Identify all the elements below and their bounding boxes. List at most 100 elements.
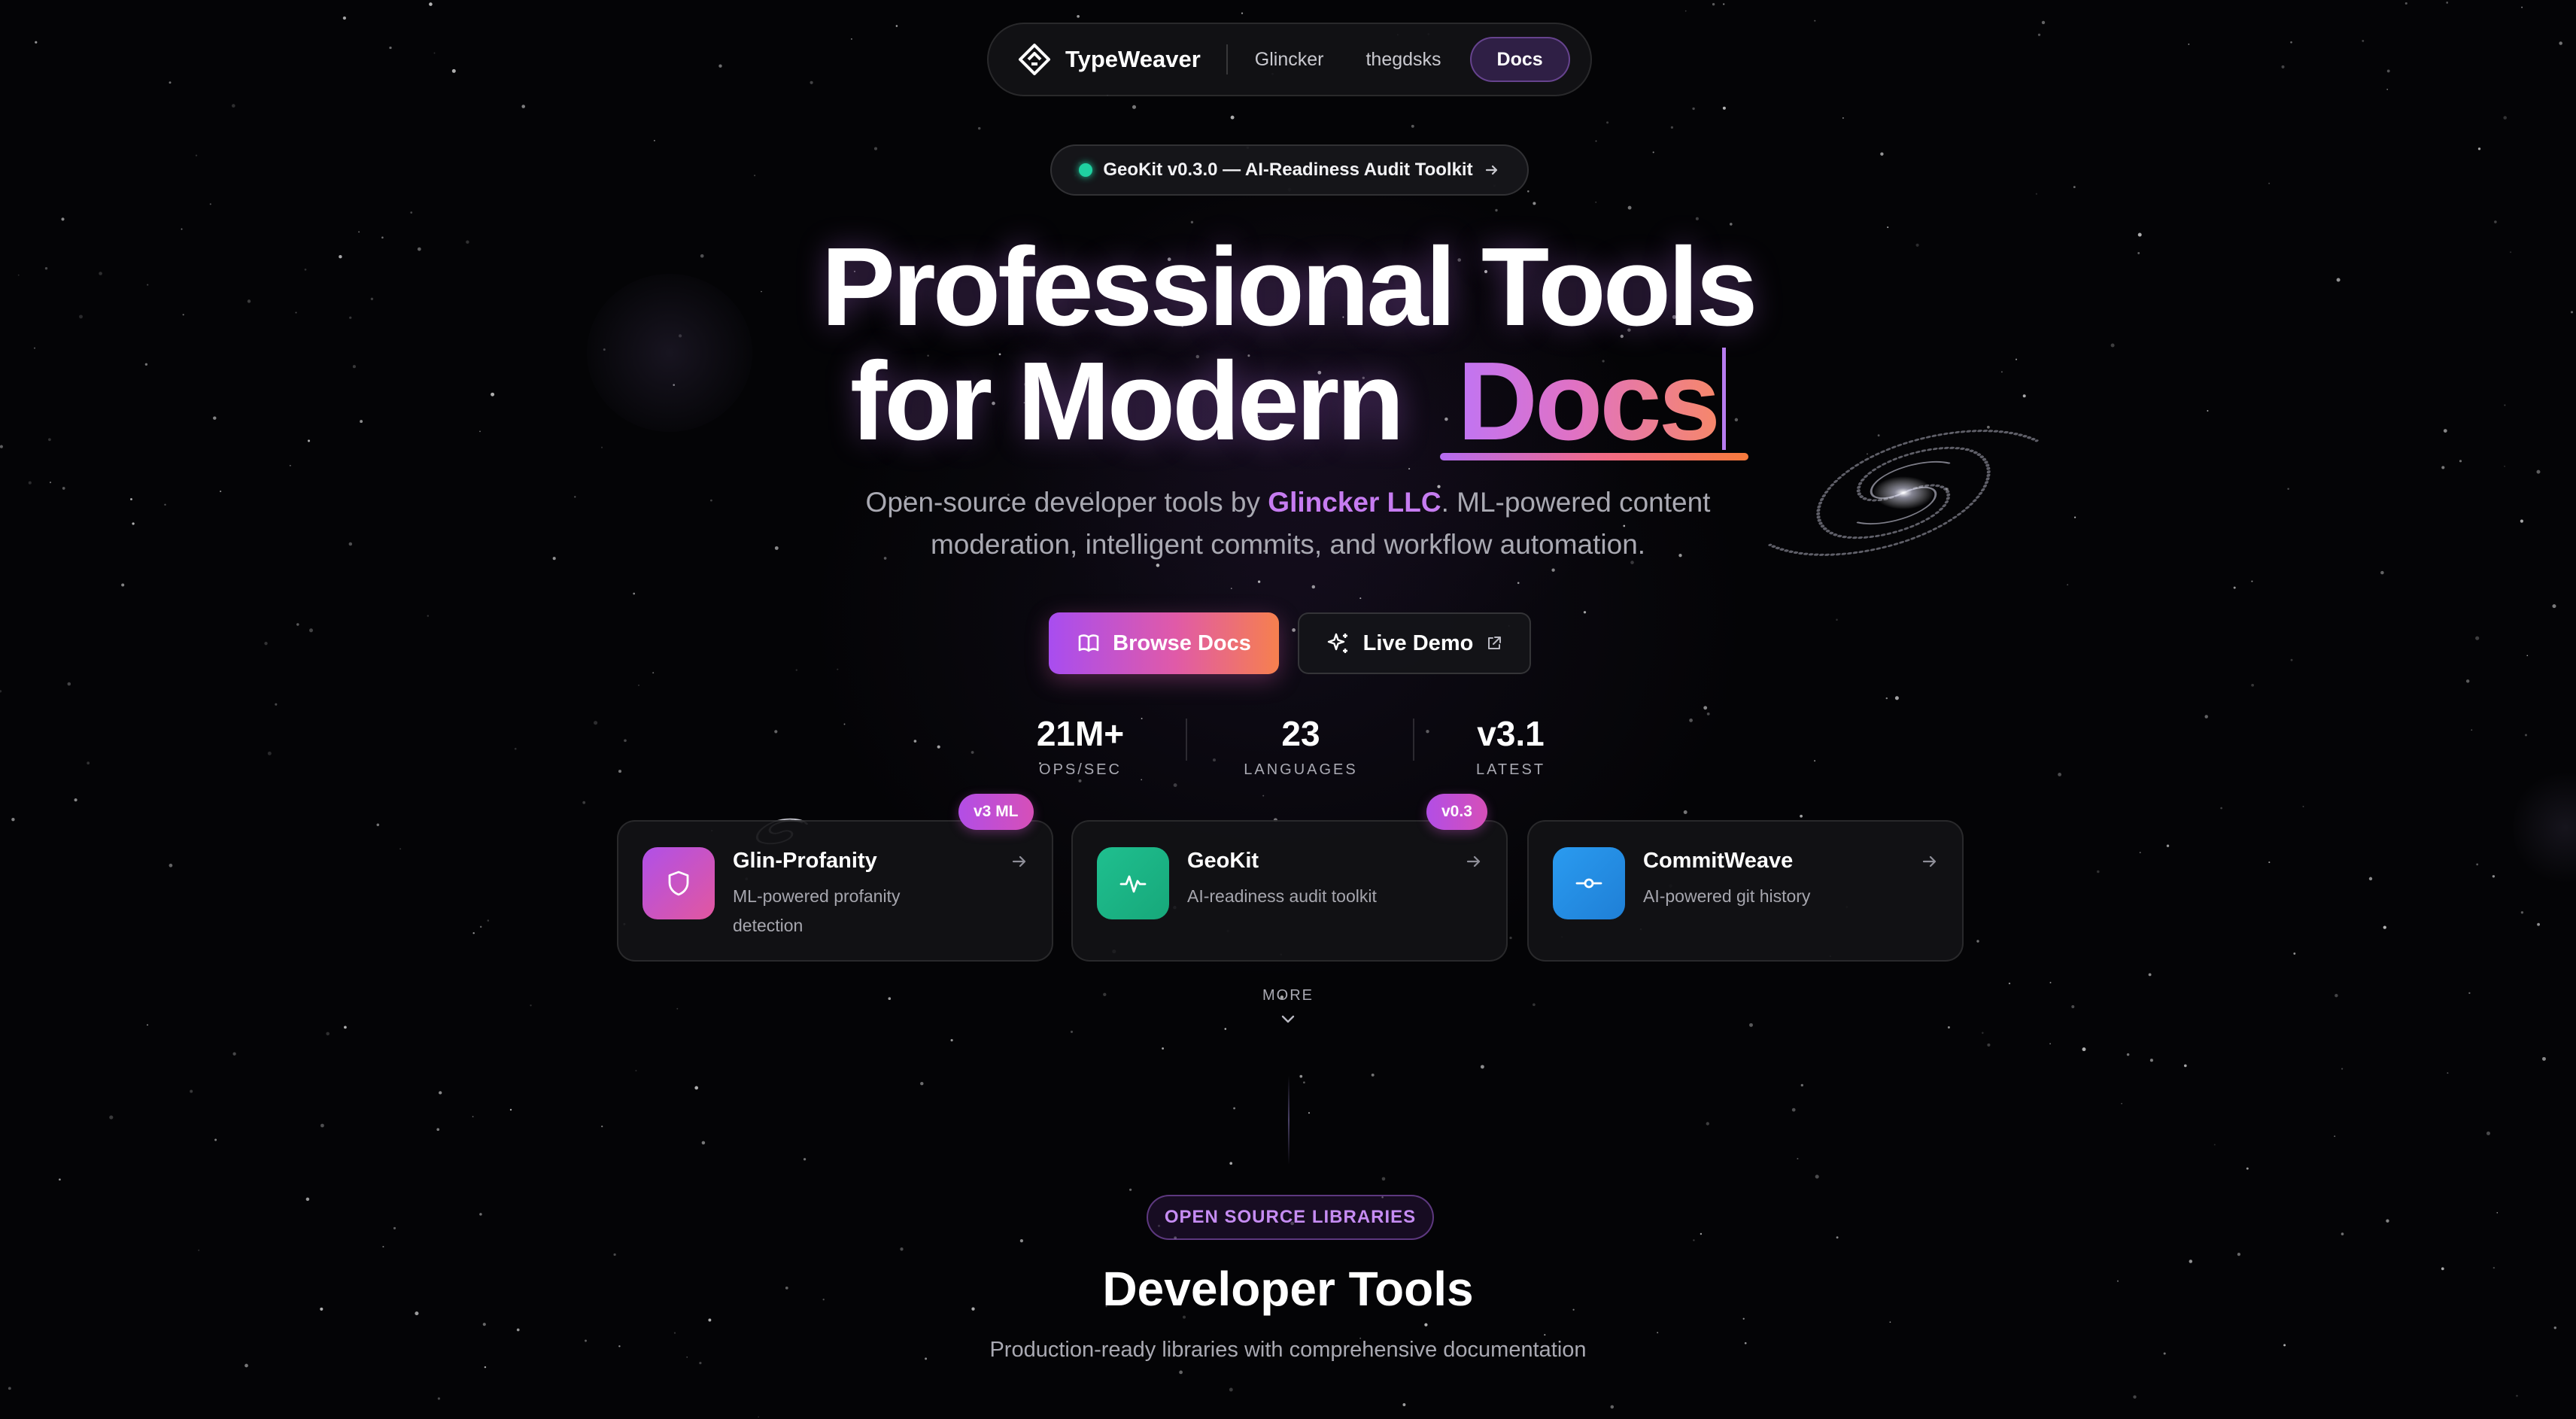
- section-subtitle: Production-ready libraries with comprehe…: [989, 1338, 1587, 1362]
- star: [1595, 201, 1597, 203]
- star: [2503, 116, 2507, 120]
- star: [950, 1039, 953, 1042]
- star: [487, 919, 490, 922]
- nav-link-glincker[interactable]: Glincker: [1255, 49, 1345, 71]
- chevron-down-icon[interactable]: [1279, 1013, 1297, 1026]
- star: [1544, 1334, 1546, 1336]
- star: [1703, 706, 1708, 710]
- git-commit-icon: [1575, 878, 1602, 889]
- glincker-llc-link[interactable]: Glincker LLC: [1268, 487, 1441, 518]
- book-icon: [1078, 634, 1099, 652]
- star: [2268, 182, 2271, 184]
- star: [2290, 658, 2293, 661]
- more-toggle[interactable]: MORE: [1213, 987, 1363, 1004]
- star: [2559, 41, 2562, 45]
- star: [1527, 190, 1530, 193]
- star: [2183, 1064, 2187, 1068]
- star: [320, 1123, 324, 1128]
- star: [1800, 814, 1803, 818]
- star: [451, 68, 456, 73]
- star: [1424, 1323, 1428, 1326]
- star: [437, 1397, 441, 1400]
- star: [2246, 1167, 2249, 1170]
- star: [2386, 88, 2389, 90]
- star: [1583, 611, 1587, 614]
- stat-label: LANGUAGES: [1244, 761, 1358, 778]
- star: [971, 751, 974, 754]
- star: [1889, 1321, 1891, 1323]
- star: [718, 64, 722, 68]
- star: [1381, 1177, 1386, 1181]
- star: [1670, 126, 1674, 129]
- star: [1132, 105, 1137, 109]
- star: [1402, 1403, 1406, 1406]
- card-geokit[interactable]: GeoKit AI-readiness audit toolkit: [1071, 820, 1508, 962]
- star: [2251, 580, 2253, 582]
- brand-name: TypeWeaver: [1065, 46, 1201, 72]
- star: [0, 690, 2, 693]
- nav-divider: [1226, 44, 1228, 74]
- star: [146, 1024, 149, 1026]
- card-title: CommitWeave: [1643, 849, 1794, 873]
- star: [214, 1138, 217, 1141]
- stat-ops: 21M+ OPS/SEC: [990, 713, 1171, 779]
- star: [1224, 1028, 1227, 1030]
- hero-heading-highlight: Docs: [1457, 339, 1721, 463]
- star: [2037, 33, 2041, 36]
- star: [2334, 1135, 2336, 1138]
- nav-link-docs-active[interactable]: Docs: [1469, 37, 1570, 82]
- star: [2465, 679, 2470, 683]
- star: [1077, 14, 1080, 18]
- star: [342, 16, 347, 20]
- star: [67, 682, 71, 686]
- star: [2486, 1131, 2490, 1135]
- star: [920, 1081, 924, 1086]
- star: [654, 140, 655, 141]
- star: [900, 1247, 904, 1251]
- live-demo-button[interactable]: Live Demo: [1298, 612, 1531, 674]
- star: [2008, 982, 2011, 985]
- star: [1982, 1032, 1984, 1035]
- star: [275, 703, 278, 706]
- star: [873, 147, 878, 150]
- star: [35, 41, 38, 44]
- star: [433, 52, 436, 54]
- star: [895, 25, 898, 27]
- star: [2149, 1059, 2153, 1062]
- browse-docs-button[interactable]: Browse Docs: [1049, 612, 1279, 674]
- star: [2471, 729, 2473, 731]
- star: [701, 1141, 706, 1145]
- announcement-pill[interactable]: GeoKit v0.3.0 — AI-Readiness Audit Toolk…: [1050, 144, 1529, 196]
- star: [521, 105, 525, 108]
- star: [2380, 570, 2384, 575]
- card-glin-profanity[interactable]: Glin-Profanity ML-powered profanity dete…: [617, 820, 1053, 962]
- card-commitweave[interactable]: CommitWeave AI-powered git history: [1527, 820, 1964, 962]
- star: [1652, 151, 1654, 153]
- star: [2520, 911, 2524, 914]
- star: [181, 228, 183, 230]
- card-icon-tile: [1097, 847, 1169, 919]
- star: [429, 2, 433, 6]
- star: [1700, 1232, 1703, 1235]
- star: [1241, 12, 1244, 14]
- arrow-right-icon: [1466, 855, 1481, 868]
- star: [1657, 1332, 1659, 1334]
- star: [673, 1332, 676, 1334]
- star: [2251, 683, 2254, 687]
- star: [1292, 628, 1296, 632]
- nav-link-thegdsks[interactable]: thegdsks: [1344, 49, 1462, 71]
- star: [2477, 147, 2481, 150]
- star: [2447, 1072, 2449, 1074]
- star: [774, 730, 778, 734]
- star: [1070, 1030, 1074, 1033]
- status-dot: [1079, 163, 1093, 177]
- star: [2071, 1005, 2075, 1008]
- star: [1019, 1238, 1024, 1243]
- brand[interactable]: TypeWeaver: [1017, 42, 1201, 77]
- star: [1880, 152, 1884, 156]
- star: [1595, 140, 1597, 142]
- star: [376, 823, 380, 827]
- star: [2073, 186, 2076, 189]
- star: [1692, 107, 1695, 111]
- star: [509, 1108, 512, 1111]
